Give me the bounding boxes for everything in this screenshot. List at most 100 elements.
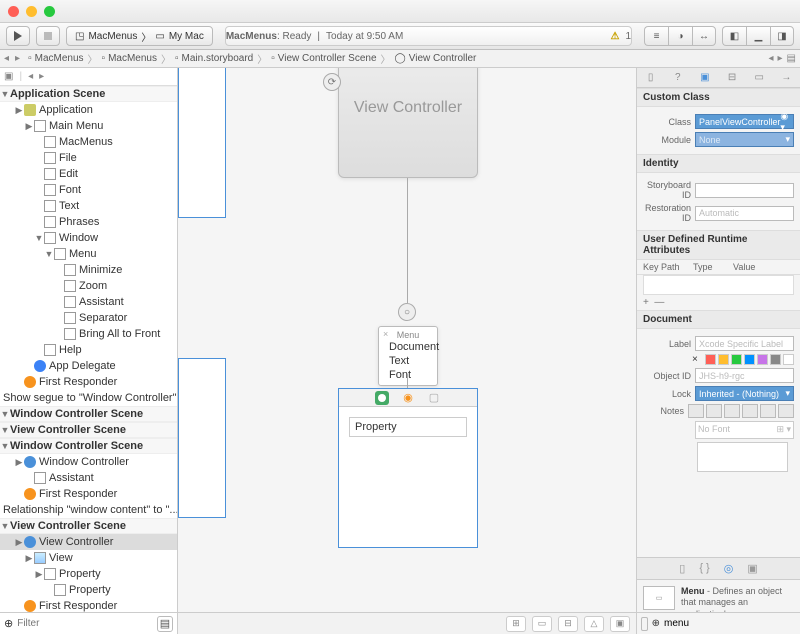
view-controller-panel[interactable]: ◉ ▢ Property [338, 388, 478, 548]
outline-item[interactable]: Zoom [0, 278, 177, 294]
window-thumb-1[interactable] [178, 68, 226, 218]
outline-item[interactable]: ▶Application [0, 102, 177, 118]
scene-header[interactable]: ▼Application Scene [0, 86, 177, 102]
toggle-utilities-button[interactable]: ◨ [770, 26, 794, 46]
color-swatch[interactable] [783, 354, 794, 365]
color-swatch[interactable] [757, 354, 768, 365]
restoration-id-field[interactable]: Automatic [695, 206, 794, 221]
breadcrumb-item[interactable]: ▫View Controller Scene [271, 53, 376, 64]
module-field[interactable]: None▾ [695, 132, 794, 147]
canvas-pin-button[interactable]: ⊟ [558, 616, 578, 632]
toggle-debug-button[interactable]: ▁ [746, 26, 770, 46]
outline-item[interactable]: ▶Window Controller [0, 454, 177, 470]
outline-item[interactable]: ▼Menu [0, 246, 177, 262]
window-thumb-2[interactable] [178, 358, 226, 518]
breadcrumb-item[interactable]: ◯View Controller [395, 53, 477, 64]
scene-dock-responder-icon[interactable]: ◉ [401, 391, 415, 405]
udra-add-remove[interactable]: + — [637, 295, 800, 310]
file-template-tab[interactable]: ▯ [679, 562, 685, 575]
color-swatch[interactable] [705, 354, 716, 365]
menu-item[interactable]: Document [379, 340, 437, 354]
notes-align-c-button[interactable] [742, 404, 758, 418]
code-snippet-tab[interactable]: { } [699, 562, 709, 574]
menu-close-icon[interactable]: × [383, 329, 388, 339]
breadcrumb-item[interactable]: ▫Main.storyboard [175, 53, 253, 64]
label-color-swatches[interactable]: × [692, 354, 794, 365]
breadcrumb-item[interactable]: ▫MacMenus [28, 53, 83, 64]
canvas-resolve-button[interactable]: △ [584, 616, 604, 632]
connections-inspector-tab[interactable]: → [778, 72, 794, 83]
color-swatch[interactable] [744, 354, 755, 365]
outline-item[interactable]: Bring All to Front [0, 326, 177, 342]
close-window-button[interactable] [8, 6, 19, 17]
outline-view-mode-button[interactable]: ▤ [157, 616, 173, 632]
library-item[interactable]: ▭Menu - Defines an object that manages a… [637, 580, 800, 613]
toggle-navigator-button[interactable]: ◧ [722, 26, 746, 46]
outline-item[interactable]: Show segue to "Window Controller" [0, 390, 177, 406]
lock-field[interactable]: Inherited - (Nothing)▾ [695, 386, 794, 401]
identity-inspector-tab[interactable]: ▣ [697, 72, 713, 83]
file-inspector-tab[interactable]: ▯ [643, 72, 659, 83]
color-swatch[interactable] [770, 354, 781, 365]
outline-item[interactable]: ▼Window [0, 230, 177, 246]
outline-item[interactable]: Edit [0, 166, 177, 182]
zoom-window-button[interactable] [44, 6, 55, 17]
assistant-editor-button[interactable]: ◑ [668, 26, 692, 46]
stop-button[interactable] [36, 26, 60, 46]
outline-item[interactable]: Separator [0, 310, 177, 326]
canvas-align-button[interactable]: ▭ [532, 616, 552, 632]
outline-item[interactable]: First Responder [0, 598, 177, 612]
outline-item[interactable]: Help [0, 342, 177, 358]
library-view-mode-button[interactable] [641, 617, 648, 631]
notes-align-l-button[interactable] [724, 404, 740, 418]
run-button[interactable] [6, 26, 30, 46]
nav-forward-button[interactable]: ▸ [15, 53, 20, 64]
notes-align-r-button[interactable] [760, 404, 776, 418]
notes-textarea[interactable] [697, 442, 788, 472]
notes-align-j-button[interactable] [778, 404, 794, 418]
menu-object[interactable]: × Menu DocumentTextFont [378, 326, 438, 386]
warning-icon[interactable]: ⚠ [610, 31, 619, 42]
class-field[interactable]: PanelViewController◉ ▾ [695, 114, 794, 129]
outline-item[interactable]: File [0, 150, 177, 166]
outline-nav-fwd[interactable]: ▸ [39, 71, 44, 82]
jump-menu-button[interactable]: ▤ [787, 53, 796, 64]
outline-item[interactable]: Text [0, 198, 177, 214]
property-field[interactable]: Property [349, 417, 467, 437]
menu-item[interactable]: Font [379, 368, 437, 382]
outline-item[interactable]: App Delegate [0, 358, 177, 374]
segue-badge-top[interactable]: ⟳ [323, 73, 341, 91]
notes-italic-button[interactable] [706, 404, 722, 418]
canvas-constraints-button[interactable]: ⊞ [506, 616, 526, 632]
outline-tree[interactable]: ▼Application Scene▶Application▶Main Menu… [0, 86, 177, 612]
outline-item[interactable]: ▶Main Menu [0, 118, 177, 134]
outline-item[interactable]: First Responder [0, 486, 177, 502]
scene-header[interactable]: ▼View Controller Scene [0, 422, 177, 438]
canvas[interactable]: View Controller ⟳ ○ × Menu DocumentTextF… [178, 68, 636, 634]
minimize-window-button[interactable] [26, 6, 37, 17]
jump-prev-button[interactable]: ◂ [768, 53, 773, 64]
color-swatch[interactable] [718, 354, 729, 365]
storyboard-id-field[interactable] [695, 183, 794, 198]
outline-item[interactable]: Assistant [0, 294, 177, 310]
help-inspector-tab[interactable]: ? [670, 72, 686, 83]
udra-table[interactable] [643, 275, 794, 295]
menu-item[interactable]: Text [379, 354, 437, 368]
version-editor-button[interactable]: ↔ [692, 26, 716, 46]
breadcrumb-item[interactable]: ▫MacMenus [102, 53, 157, 64]
outline-nav-back[interactable]: ◂ [28, 71, 33, 82]
notes-bold-button[interactable] [688, 404, 704, 418]
object-library-tab[interactable]: ◎ [724, 562, 734, 575]
view-controller-placeholder[interactable]: View Controller [338, 68, 478, 178]
scene-dock-exit-icon[interactable]: ▢ [427, 391, 441, 405]
outline-toggle-icon[interactable]: ▣ [4, 71, 13, 82]
nav-back-button[interactable]: ◂ [4, 53, 9, 64]
library-filter-input[interactable] [664, 618, 796, 629]
outline-item[interactable]: Relationship "window content" to "... [0, 502, 177, 518]
outline-item[interactable]: Property [0, 582, 177, 598]
segue-badge-mid[interactable]: ○ [398, 303, 416, 321]
size-inspector-tab[interactable]: ▭ [751, 72, 767, 83]
outline-item[interactable]: Font [0, 182, 177, 198]
outline-item[interactable]: Minimize [0, 262, 177, 278]
jump-next-button[interactable]: ▸ [778, 53, 783, 64]
